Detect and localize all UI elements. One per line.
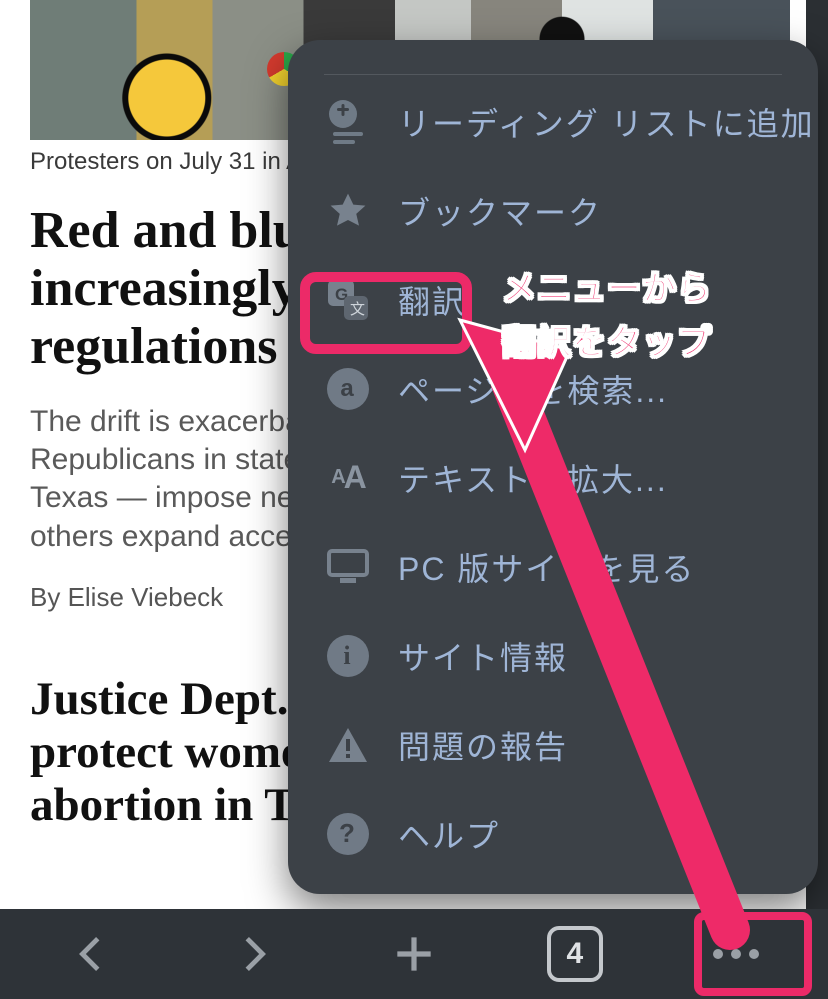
menu-item-site-info[interactable]: i サイト情報 [288,611,818,700]
menu-label: リーディング リストに追加 [398,99,815,145]
menu-label: 翻訳 [398,277,466,323]
menu-item-desktop-site[interactable]: PC 版サイトを見る [288,522,818,611]
menu-label: テキストを拡大... [398,455,668,501]
menu-label: ページ内を検索... [398,366,668,412]
warning-icon [324,721,372,769]
new-tab-button[interactable] [378,918,450,990]
menu-item-find-in-page[interactable]: a ページ内を検索... [288,344,818,433]
menu-item-help[interactable]: ? ヘルプ [288,789,818,878]
desktop-icon [324,543,372,591]
text-size-icon: AA [324,454,372,502]
back-button[interactable] [56,918,128,990]
menu-label: サイト情報 [398,633,568,679]
browser-toolbar: 4 [0,909,828,999]
tab-count: 4 [547,926,603,982]
reading-list-icon [324,98,372,146]
menu-label: ヘルプ [398,811,500,857]
translate-icon: G 文 [324,276,372,324]
info-icon: i [324,632,372,680]
tabs-button[interactable]: 4 [539,918,611,990]
menu-item-reading-list[interactable]: リーディング リストに追加 [288,77,818,166]
more-button[interactable] [700,918,772,990]
menu-label: ブックマーク [398,188,602,234]
forward-button[interactable] [217,918,289,990]
browser-overflow-menu: リーディング リストに追加 ブックマーク G 文 翻訳 a ページ内を検索...… [288,40,818,894]
menu-item-report-issue[interactable]: 問題の報告 [288,700,818,789]
star-icon [324,187,372,235]
more-icon [713,949,759,959]
menu-label: 問題の報告 [398,722,568,768]
menu-item-translate[interactable]: G 文 翻訳 [288,255,818,344]
menu-label: PC 版サイトを見る [398,544,695,590]
find-icon: a [324,365,372,413]
help-icon: ? [324,810,372,858]
menu-item-zoom-text[interactable]: AA テキストを拡大... [288,433,818,522]
menu-item-bookmark[interactable]: ブックマーク [288,166,818,255]
svg-text:文: 文 [350,301,367,318]
